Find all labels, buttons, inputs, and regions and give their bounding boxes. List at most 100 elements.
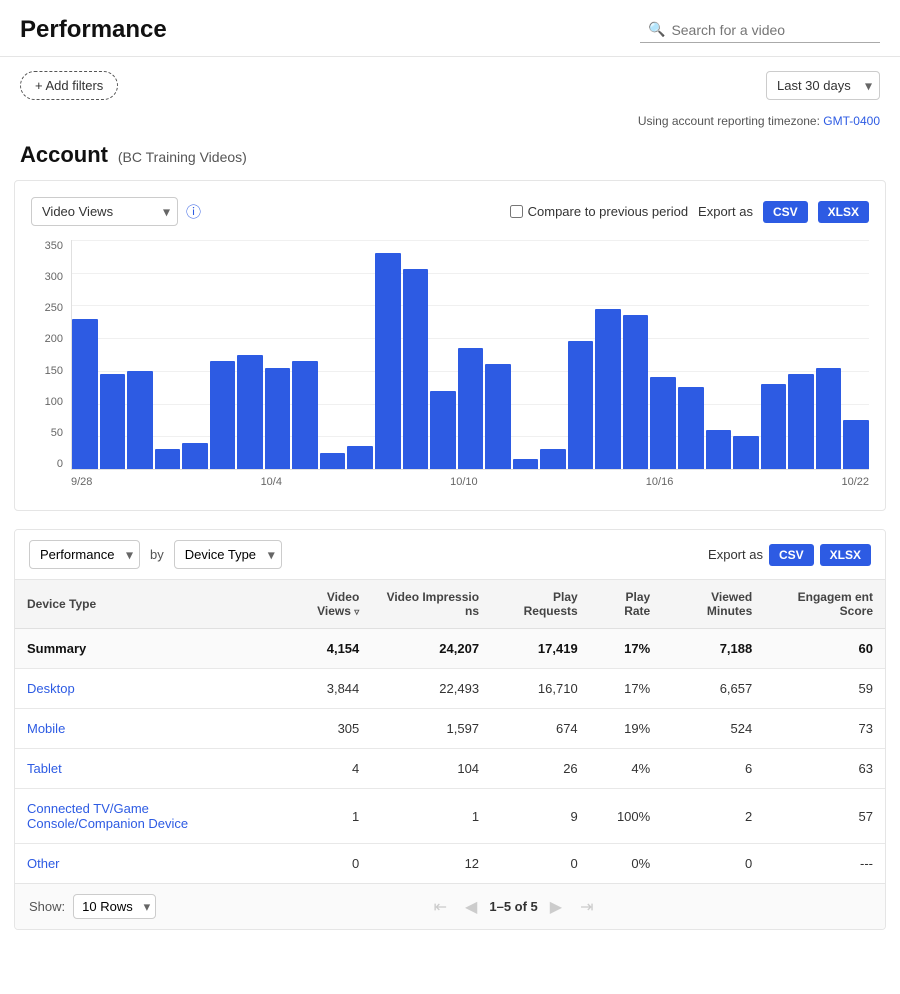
- data-cell: 1: [371, 789, 491, 844]
- data-cell: 19%: [590, 709, 663, 749]
- summary-cell: 4,154: [281, 629, 371, 669]
- device-select-wrap: Device Type: [174, 540, 282, 569]
- table-section: Performance by Device Type Export as CSV…: [14, 529, 886, 930]
- table-row: Connected TV/Game Console/Companion Devi…: [15, 789, 885, 844]
- prev-page-button[interactable]: ◀: [459, 895, 483, 919]
- summary-cell: 17,419: [491, 629, 590, 669]
- data-cell: ---: [764, 844, 885, 884]
- pagination-row: Show: 10 Rows 25 Rows 50 Rows ⇤ ◀ 1–5 of…: [15, 883, 885, 929]
- y-axis: 350 300 250 200 150 100 50 0: [31, 240, 67, 470]
- timezone-row: Using account reporting timezone: GMT-04…: [0, 114, 900, 136]
- device-type-link-cell[interactable]: Other: [15, 844, 281, 884]
- chart-area: 350 300 250 200 150 100 50 0 9/28 10/4 1…: [31, 240, 869, 500]
- summary-row: Summary4,15424,20717,41917%7,18860: [15, 629, 885, 669]
- data-cell: 16,710: [491, 669, 590, 709]
- table-export: Export as CSV XLSX: [708, 544, 871, 566]
- table-row: Mobile3051,59767419%52473: [15, 709, 885, 749]
- date-range-select[interactable]: Last 30 days Last 7 days Last 90 days Cu…: [766, 71, 880, 100]
- add-filters-button[interactable]: + Add filters: [20, 71, 118, 100]
- search-box[interactable]: 🔍: [640, 17, 880, 43]
- next-page-button[interactable]: ▶: [544, 895, 568, 919]
- chart-bar: [595, 309, 621, 469]
- chart-bar: [733, 436, 759, 469]
- device-type-link-cell[interactable]: Desktop: [15, 669, 281, 709]
- chart-bar: [100, 374, 126, 469]
- export-xlsx-button[interactable]: XLSX: [818, 201, 869, 223]
- data-cell: 100%: [590, 789, 663, 844]
- data-cell: 305: [281, 709, 371, 749]
- account-section: Account (BC Training Videos): [0, 136, 900, 180]
- table-export-csv-button[interactable]: CSV: [769, 544, 814, 566]
- col-header-device-type: Device Type: [15, 580, 281, 629]
- show-label: Show:: [29, 899, 65, 914]
- data-cell: 0: [281, 844, 371, 884]
- bars-wrap: [71, 240, 869, 470]
- last-page-button[interactable]: ⇥: [574, 895, 599, 919]
- summary-cell: 24,207: [371, 629, 491, 669]
- col-header-viewed-minutes: Viewed Minutes: [662, 580, 764, 629]
- chart-bar: [458, 348, 484, 469]
- by-label: by: [150, 547, 164, 562]
- data-cell: 26: [491, 749, 590, 789]
- chart-controls: Video Views Video Impressions Play Reque…: [31, 197, 869, 226]
- metric-select[interactable]: Video Views Video Impressions Play Reque…: [31, 197, 178, 226]
- chart-bar: [347, 446, 373, 469]
- data-cell: 17%: [590, 669, 663, 709]
- chart-bar: [72, 319, 98, 469]
- table-row: Tablet4104264%663: [15, 749, 885, 789]
- chart-bar: [678, 387, 704, 469]
- chart-bar: [513, 459, 539, 469]
- compare-period-checkbox[interactable]: [510, 205, 523, 218]
- data-cell: 6,657: [662, 669, 764, 709]
- chart-bar: [127, 371, 153, 469]
- page-title: Performance: [20, 16, 167, 44]
- toolbar: + Add filters Last 30 days Last 7 days L…: [0, 57, 900, 114]
- data-cell: 0: [491, 844, 590, 884]
- data-cell: 1,597: [371, 709, 491, 749]
- perf-select-wrap: Performance: [29, 540, 140, 569]
- table-header-row: Device Type Video Views ▿ Video Impressi…: [15, 580, 885, 629]
- col-header-play-rate: Play Rate: [590, 580, 663, 629]
- col-header-video-views[interactable]: Video Views ▿: [281, 580, 371, 629]
- data-cell: 63: [764, 749, 885, 789]
- data-cell: 73: [764, 709, 885, 749]
- table-export-xlsx-button[interactable]: XLSX: [820, 544, 871, 566]
- export-csv-button[interactable]: CSV: [763, 201, 808, 223]
- summary-cell: 60: [764, 629, 885, 669]
- sort-icon: ▿: [354, 607, 359, 618]
- search-input[interactable]: [671, 22, 872, 38]
- data-cell: 4: [281, 749, 371, 789]
- data-cell: 104: [371, 749, 491, 789]
- search-icon: 🔍: [648, 21, 665, 38]
- chart-bar: [292, 361, 318, 469]
- chart-bar: [816, 368, 842, 469]
- data-cell: 3,844: [281, 669, 371, 709]
- col-header-engagement-score: Engagem ent Score: [764, 580, 885, 629]
- perf-select[interactable]: Performance: [29, 540, 140, 569]
- col-header-play-requests: Play Requests: [491, 580, 590, 629]
- device-type-link-cell[interactable]: Tablet: [15, 749, 281, 789]
- chart-bar: [182, 443, 208, 469]
- chart-bar: [485, 364, 511, 469]
- data-cell: 59: [764, 669, 885, 709]
- metric-select-wrap: Video Views Video Impressions Play Reque…: [31, 197, 178, 226]
- chart-bar: [265, 368, 291, 469]
- summary-cell: 17%: [590, 629, 663, 669]
- device-type-link-cell[interactable]: Mobile: [15, 709, 281, 749]
- compare-period-label[interactable]: Compare to previous period: [510, 204, 688, 219]
- page-header: Performance 🔍: [0, 0, 900, 57]
- table-toolbar: Performance by Device Type Export as CSV…: [15, 530, 885, 580]
- device-type-link-cell[interactable]: Connected TV/Game Console/Companion Devi…: [15, 789, 281, 844]
- data-cell: 4%: [590, 749, 663, 789]
- chart-bar: [706, 430, 732, 469]
- account-title: Account: [20, 142, 108, 167]
- chart-bar: [320, 453, 346, 469]
- first-page-button[interactable]: ⇤: [428, 895, 453, 919]
- data-table: Device Type Video Views ▿ Video Impressi…: [15, 580, 885, 883]
- rows-select[interactable]: 10 Rows 25 Rows 50 Rows: [73, 894, 156, 919]
- timezone-link[interactable]: GMT-0400: [823, 114, 880, 128]
- rows-select-wrap: 10 Rows 25 Rows 50 Rows: [73, 894, 156, 919]
- chart-right-controls: Compare to previous period Export as CSV…: [510, 201, 869, 223]
- device-select[interactable]: Device Type: [174, 540, 282, 569]
- info-icon[interactable]: ⓘ: [186, 201, 201, 222]
